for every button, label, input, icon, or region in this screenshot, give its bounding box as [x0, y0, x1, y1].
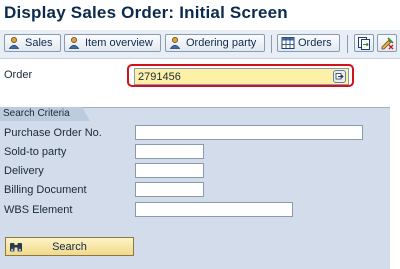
sold-to-party-label: Sold-to party [4, 146, 67, 158]
page-title: Display Sales Order: Initial Screen [4, 3, 288, 22]
billing-document-input[interactable] [135, 182, 204, 197]
sales-button-label: Sales [25, 37, 53, 49]
other-document-button[interactable] [354, 34, 374, 52]
order-label: Order [4, 69, 33, 81]
delivery-label: Delivery [4, 165, 44, 177]
application-toolbar: Sales Item overview Ordering party Order… [0, 30, 400, 59]
wbs-element-label: WBS Element [4, 204, 73, 216]
display-change-button[interactable] [377, 34, 397, 52]
table-icon [281, 36, 295, 50]
ordering-party-button-label: Ordering party [186, 37, 257, 49]
other-document-icon [357, 36, 371, 50]
item-overview-button[interactable]: Item overview [64, 34, 161, 52]
billing-document-label: Billing Document [4, 184, 87, 196]
toolbar-separator [271, 35, 272, 53]
purchase-order-label: Purchase Order No. [4, 127, 102, 139]
search-button-label: Search [52, 241, 87, 253]
purchase-order-input[interactable] [135, 125, 363, 140]
person-magnifier-icon [68, 36, 82, 50]
ordering-party-button[interactable]: Ordering party [165, 34, 265, 52]
person-magnifier-icon [8, 36, 22, 50]
orders-button[interactable]: Orders [277, 34, 340, 52]
wbs-element-input[interactable] [135, 202, 293, 217]
order-input[interactable] [134, 68, 349, 85]
search-button[interactable]: Search [5, 237, 134, 256]
item-overview-button-label: Item overview [85, 37, 153, 49]
toolbar-separator [347, 35, 348, 53]
display-change-icon [380, 36, 394, 50]
sales-button[interactable]: Sales [4, 34, 61, 52]
sold-to-party-input[interactable] [135, 144, 204, 159]
value-help-icon [335, 68, 344, 86]
search-criteria-title: Search Criteria [0, 107, 90, 121]
value-help-button[interactable] [333, 70, 346, 83]
orders-button-label: Orders [298, 37, 332, 49]
person-magnifier-icon [169, 36, 183, 50]
delivery-input[interactable] [135, 163, 204, 178]
